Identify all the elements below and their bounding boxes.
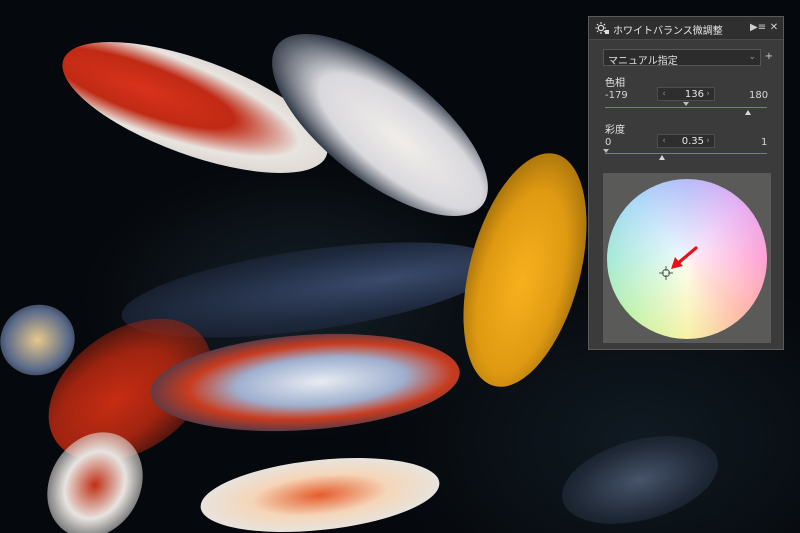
chevron-down-icon: ⌄ — [748, 52, 756, 62]
saturation-spinbox[interactable]: ‹ 0.35 › — [657, 134, 715, 148]
saturation-value: 0.35 — [681, 136, 704, 147]
increment-icon[interactable]: › — [703, 135, 713, 147]
hue-min: -179 — [605, 90, 628, 101]
hue-value: 136 — [684, 89, 704, 100]
koi-fish — [552, 420, 728, 533]
white-balance-panel: ホワイトバランス微調整 ▶≡ ✕ マニュアル指定 ⌄ + 色相 -179 ‹ 1… — [588, 16, 784, 350]
hue-slider-handle[interactable] — [744, 110, 751, 115]
panel-title: ホワイトバランス微調整 — [613, 26, 723, 37]
hue-label: 色相 — [605, 78, 625, 89]
hue-spinbox[interactable]: ‹ 136 › — [657, 87, 715, 101]
hue-max: 180 — [749, 90, 769, 101]
saturation-max: 1 — [761, 137, 768, 148]
hue-center-tick — [683, 102, 689, 106]
close-icon[interactable]: ✕ — [767, 21, 781, 35]
color-wheel-area — [603, 173, 771, 343]
saturation-min: 0 — [605, 137, 612, 148]
koi-fish — [196, 447, 444, 533]
saturation-slider-handle[interactable] — [658, 155, 665, 160]
panel-menu-icon[interactable]: ▶≡ — [750, 21, 766, 35]
preset-dropdown[interactable]: マニュアル指定 ⌄ — [603, 49, 761, 67]
saturation-slider-track[interactable] — [605, 153, 767, 154]
add-preset-icon[interactable]: + — [764, 50, 774, 64]
red-arrow-icon — [671, 246, 698, 269]
hue-slider-track[interactable] — [605, 107, 767, 108]
panel-titlebar[interactable]: ホワイトバランス微調整 ▶≡ ✕ — [589, 17, 783, 40]
increment-icon[interactable]: › — [703, 88, 713, 100]
sun-adjust-icon — [595, 22, 609, 34]
preset-value: マニュアル指定 — [608, 56, 678, 67]
saturation-label: 彩度 — [605, 125, 625, 136]
